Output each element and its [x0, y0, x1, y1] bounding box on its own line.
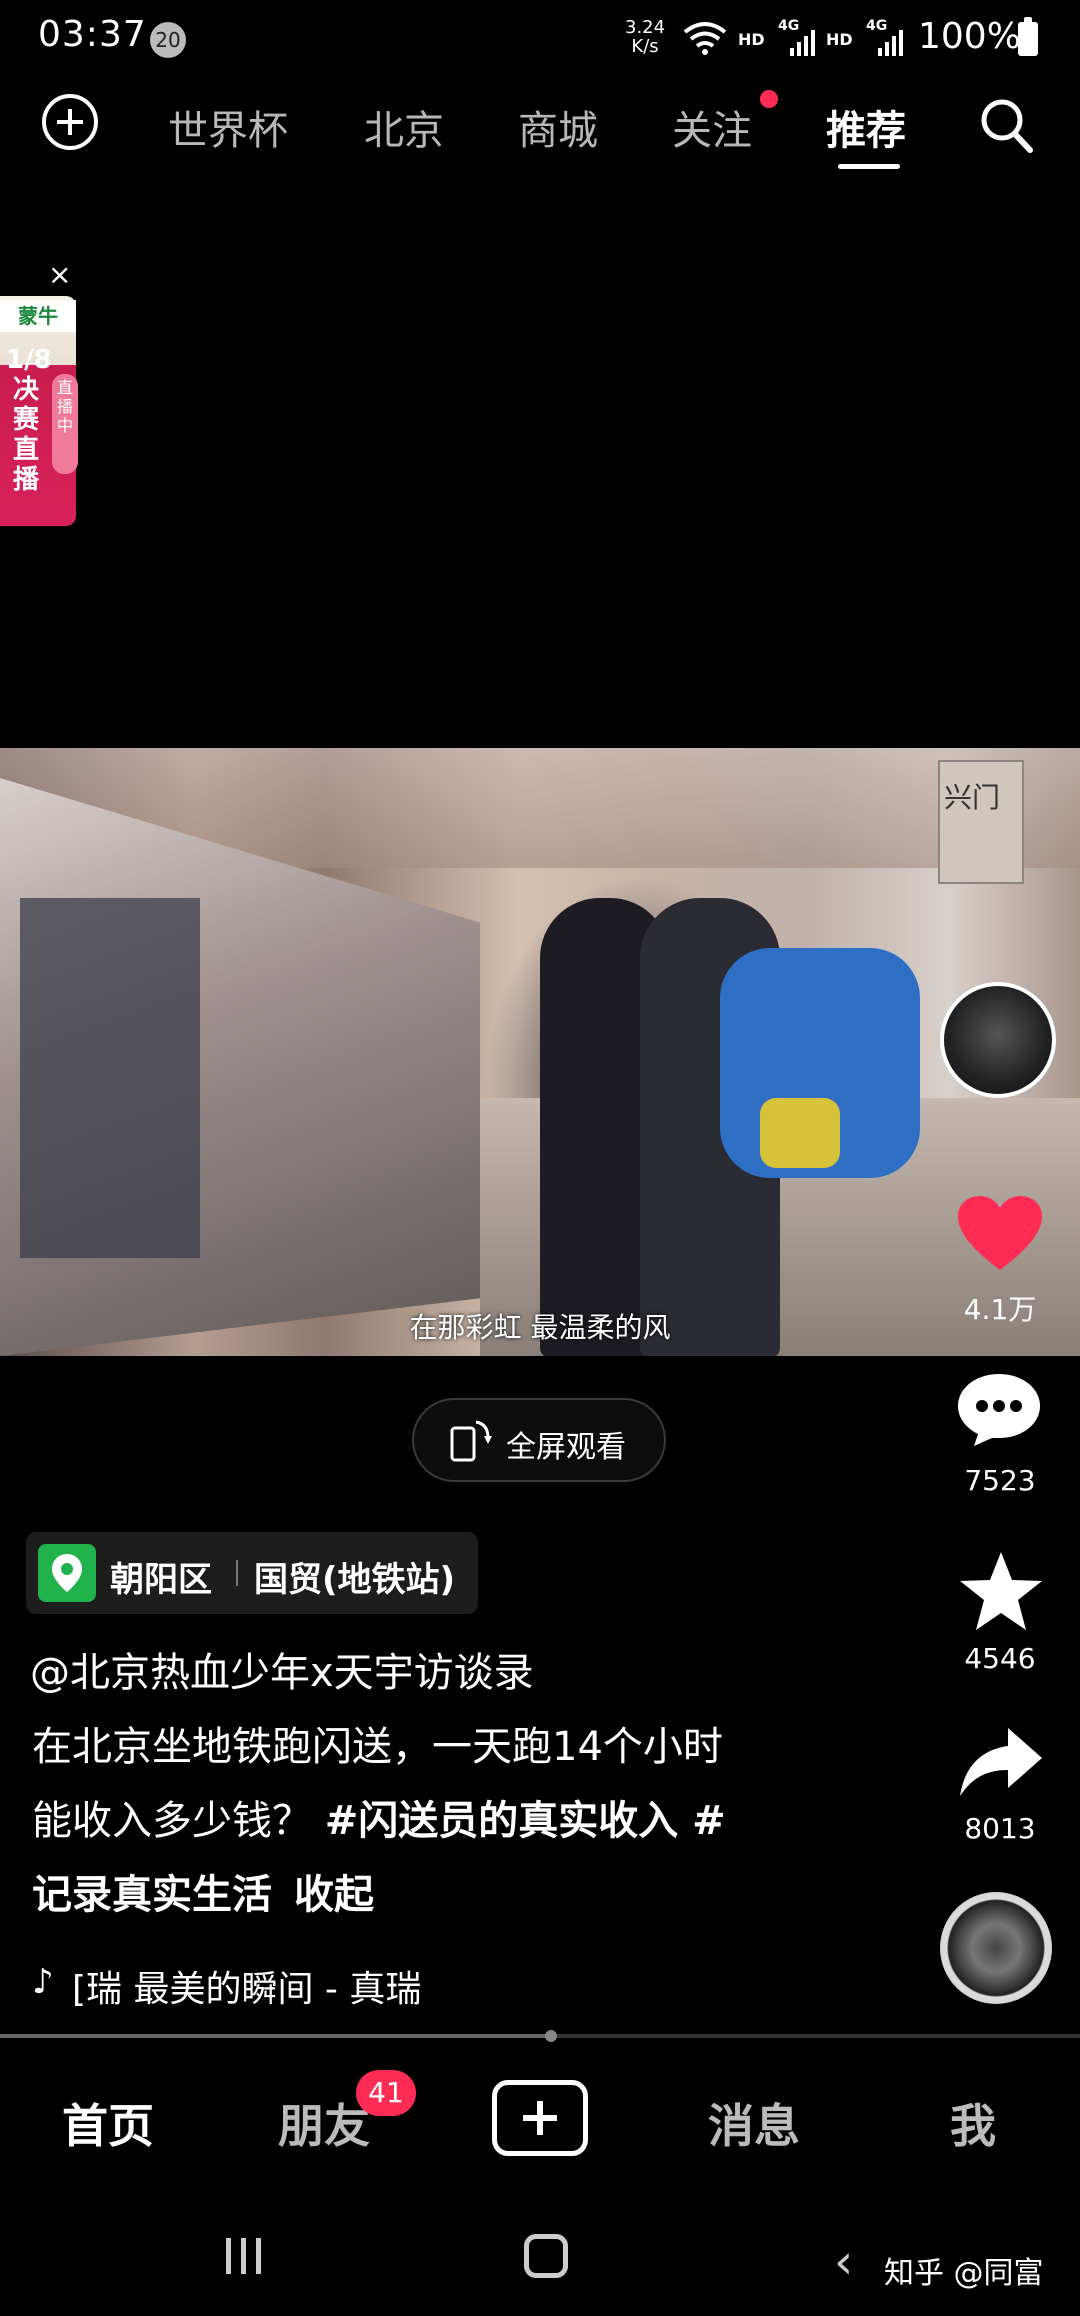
watermark: 知乎 @同富	[884, 2256, 1044, 2291]
author-name[interactable]: @北京热血少年x天宇访谈录	[30, 1640, 534, 1698]
ad-title: 1/8决赛直播	[6, 345, 52, 495]
share-count: 8013	[964, 1812, 1036, 1845]
network-speed: 3.24 K/s	[625, 18, 665, 56]
bottom-tab-messages[interactable]: 消息	[708, 2090, 800, 2156]
music-note-icon: ♪	[32, 1962, 54, 2002]
recent-apps-icon[interactable]	[222, 2236, 266, 2276]
post-description-text: 能收入多少钱？	[32, 1798, 325, 1844]
add-circle-icon[interactable]	[42, 94, 98, 150]
favorite-count: 4546	[964, 1642, 1036, 1675]
friends-badge: 41	[356, 2070, 416, 2116]
tab-following[interactable]: 关注	[672, 98, 752, 156]
active-tab-indicator	[838, 164, 900, 169]
collapse-link[interactable]: 收起	[294, 1872, 374, 1918]
comment-count: 7523	[964, 1464, 1036, 1497]
bottom-tab-me[interactable]: 我	[950, 2090, 996, 2156]
home-icon[interactable]	[524, 2234, 568, 2278]
like-heart-icon[interactable]	[958, 1196, 1042, 1272]
video-sign-text: 兴门	[944, 781, 1001, 814]
wifi-icon	[683, 22, 727, 55]
post-description-line2: 能收入多少钱？ #闪送员的真实收入 #	[32, 1788, 726, 1846]
location-district: 朝阳区	[110, 1560, 212, 1600]
location-separator	[236, 1560, 238, 1586]
back-icon[interactable]: ‹	[834, 2234, 853, 2290]
tab-world-cup[interactable]: 世界杯	[168, 98, 288, 156]
location-pin-icon	[38, 1544, 96, 1602]
ad-live-badge: 直播中	[52, 374, 78, 474]
music-disc-icon[interactable]	[940, 1892, 1052, 2004]
video-scene-window	[20, 898, 200, 1258]
video-subtitle: 在那彩虹 最温柔的风	[409, 1311, 671, 1344]
like-count: 4.1万	[963, 1293, 1037, 1326]
network-speed-value: 3.24	[625, 17, 666, 38]
rotate-screen-icon	[450, 1420, 492, 1462]
post-description-line1: 在北京坐地铁跑闪送，一天跑14个小时	[32, 1724, 723, 1770]
status-time: 03:37	[38, 14, 147, 55]
signal1-icon: 4G	[778, 18, 818, 56]
video-progress-knob[interactable]	[544, 2030, 557, 2042]
signal2-hd-label: HD	[826, 30, 853, 49]
signal1-hd-label: HD	[738, 30, 765, 49]
ad-brand-logo: 蒙牛	[0, 300, 76, 332]
hashtag-link[interactable]: #闪送员的真实收入 #	[325, 1798, 726, 1844]
location-place: 国贸(地铁站)	[254, 1560, 456, 1600]
signal-bars-icon	[878, 30, 903, 56]
tab-recommended[interactable]: 推荐	[826, 98, 906, 156]
music-title[interactable]: [瑞 最美的瞬间 - 真瑞	[72, 1960, 421, 2012]
video-progress-fill	[0, 2034, 551, 2038]
share-arrow-icon[interactable]	[958, 1726, 1044, 1798]
signal2-icon: 4G	[866, 18, 906, 56]
comment-icon[interactable]	[956, 1372, 1042, 1448]
hashtag-link[interactable]: 记录真实生活	[32, 1872, 272, 1918]
notification-count-badge: 20	[150, 22, 186, 58]
post-description-line3: 记录真实生活 收起	[32, 1862, 374, 1920]
following-new-dot	[760, 90, 778, 108]
fullscreen-label: 全屏观看	[506, 1430, 626, 1465]
bottom-tab-home[interactable]: 首页	[62, 2090, 154, 2156]
ad-close-icon[interactable]: ×	[48, 258, 71, 291]
network-speed-unit: K/s	[631, 36, 659, 57]
video-player[interactable]: 兴门	[0, 748, 1080, 1356]
signal-bars-icon	[790, 30, 815, 56]
favorite-star-icon[interactable]	[958, 1550, 1044, 1632]
battery-icon	[1018, 17, 1038, 56]
battery-percent: 100%	[918, 16, 1021, 57]
video-scene-backpack-pocket	[760, 1098, 840, 1168]
tab-beijing[interactable]: 北京	[364, 98, 444, 156]
author-avatar[interactable]	[940, 982, 1056, 1098]
create-post-button[interactable]	[492, 2080, 588, 2156]
tab-mall[interactable]: 商城	[518, 98, 598, 156]
search-icon[interactable]	[978, 96, 1034, 156]
